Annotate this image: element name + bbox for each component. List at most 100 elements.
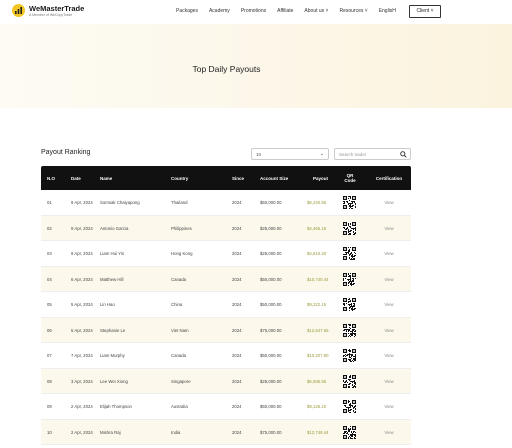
- chevron-down-icon: ⌄: [319, 151, 324, 157]
- page-title: Top Daily Payouts: [192, 64, 261, 74]
- row-date: 3 Apr, 2024: [71, 378, 93, 384]
- qr-code-icon[interactable]: [343, 349, 356, 367]
- nav-academy[interactable]: Academy: [209, 8, 230, 14]
- certification-view-link[interactable]: View: [369, 241, 409, 267]
- brand-tagline: A Member of WeCopyTrade: [29, 12, 73, 17]
- row-trader-name: Elijah Thompson: [100, 404, 132, 410]
- row-country: Hong Kong: [171, 251, 193, 257]
- brand-name: WeMasterTrade: [29, 3, 85, 13]
- qr-code-icon[interactable]: [343, 221, 356, 240]
- certification-view-link[interactable]: View: [369, 369, 409, 395]
- row-number: 04: [47, 276, 52, 282]
- certification-view-link[interactable]: View: [369, 216, 409, 242]
- qr-code-icon[interactable]: [343, 196, 356, 214]
- certification-view-link[interactable]: View: [369, 394, 409, 420]
- table-row: 10 2 Apr, 2024 Mishra Raj India 2024 $75,000.…: [41, 419, 411, 446]
- row-since: 2024: [232, 302, 242, 308]
- section-title: Payout Ranking: [41, 149, 91, 156]
- qr-code-icon[interactable]: [343, 272, 356, 291]
- col-date: Date: [71, 175, 81, 181]
- row-payout: $12,749.44: [307, 429, 329, 435]
- row-number: 07: [47, 353, 52, 359]
- qr-code-icon[interactable]: [343, 298, 356, 316]
- row-since: 2024: [232, 353, 242, 359]
- page-size-value: 10: [256, 152, 262, 157]
- row-trader-name: Lin Hao: [100, 302, 115, 308]
- table-row: 09 2 Apr, 2024 Elijah Thompson Australia 202…: [41, 394, 411, 420]
- row-payout: $9,222.15: [307, 302, 327, 308]
- row-since: 2024: [232, 378, 242, 384]
- logo[interactable]: WeMasterTrade A Member of WeCopyTrade: [12, 4, 84, 17]
- row-country: Canada: [171, 353, 187, 359]
- row-payout: $10,207.90: [307, 353, 329, 359]
- row-country: Viet Nam: [171, 327, 189, 333]
- hero-banner: Top Daily Payouts: [0, 24, 512, 108]
- nav-packages[interactable]: Packages: [176, 8, 198, 14]
- client-button[interactable]: Client ˅: [409, 5, 441, 18]
- nav-affiliate[interactable]: Affiliate: [277, 8, 293, 14]
- row-trader-name: Liam Murphy: [100, 353, 125, 359]
- row-country: India: [171, 429, 181, 435]
- col-since: Since: [232, 175, 245, 181]
- row-account-size: $50,000.00: [260, 404, 282, 410]
- row-date: 9 Apr, 2024: [71, 251, 93, 256]
- certification-view-link[interactable]: View: [369, 267, 409, 293]
- nav-resources[interactable]: Resources ˅: [339, 8, 367, 14]
- col-certification: Certification: [375, 175, 403, 181]
- certification-view-link[interactable]: View: [369, 190, 409, 216]
- row-payout: $10,740.44: [307, 276, 329, 282]
- qr-code-icon[interactable]: [343, 400, 356, 418]
- certification-view-link[interactable]: View: [369, 292, 409, 318]
- qr-code-icon[interactable]: [343, 247, 356, 265]
- row-date: 6 Apr, 2024: [71, 276, 93, 282]
- row-since: 2024: [232, 327, 242, 333]
- row-account-size: $50,000.00: [260, 353, 282, 359]
- qr-code-icon[interactable]: [343, 374, 356, 393]
- certification-view-link[interactable]: View: [369, 420, 409, 446]
- row-payout: $6,585.55: [307, 378, 327, 384]
- nav-language[interactable]: EnglisH: [379, 8, 396, 14]
- qr-code-icon[interactable]: [343, 425, 356, 444]
- row-date: 7 Apr, 2024: [71, 353, 93, 358]
- row-trader-name: Mishra Raj: [100, 429, 121, 435]
- row-number: 06: [47, 327, 52, 333]
- row-date: 2 Apr, 2024: [71, 429, 93, 435]
- row-trader-name: Antonio Garcia: [100, 225, 129, 231]
- row-trader-name: Somsak Chaiyapong: [100, 200, 140, 206]
- row-date: 2 Apr, 2024: [71, 404, 93, 409]
- col-country: Country: [171, 175, 189, 181]
- row-account-size: $75,000.00: [260, 429, 282, 435]
- search-input[interactable]: Search trader: [334, 148, 411, 160]
- row-payout: $9,125.10: [307, 404, 327, 410]
- row-payout: $4,465.15: [307, 225, 327, 231]
- page-size-select[interactable]: 10 ⌄: [251, 148, 329, 160]
- nav-promotions[interactable]: Promotions: [241, 8, 266, 14]
- row-number: 02: [47, 225, 52, 231]
- row-account-size: $25,000.00: [260, 225, 282, 231]
- row-number: 10: [47, 429, 52, 435]
- row-payout: $6,240.55: [307, 200, 327, 206]
- row-trader-name: Liam Hui Yin: [100, 251, 125, 257]
- row-account-size: $50,000.00: [260, 302, 282, 308]
- search-icon[interactable]: [400, 151, 407, 158]
- certification-view-link[interactable]: View: [369, 318, 409, 344]
- row-country: Thailand: [171, 200, 188, 206]
- table-header: N.O Date Name Country Since Account Size…: [41, 166, 411, 190]
- col-account-size: Account Size: [260, 175, 289, 181]
- row-account-size: $50,000.00: [260, 200, 282, 206]
- row-since: 2024: [232, 404, 242, 410]
- row-trader-name: Lee Wei Xiong: [100, 378, 128, 384]
- payout-table: N.O Date Name Country Since Account Size…: [41, 166, 411, 445]
- row-country: China: [171, 302, 183, 308]
- site-header: WeMasterTrade A Member of WeCopyTrade Pa…: [0, 0, 512, 24]
- row-trader-name: Stephanie Le: [100, 327, 126, 333]
- table-body: 01 9 Apr, 2024 Somsak Chaiyapong Thailand 20…: [41, 190, 411, 445]
- qr-code-icon[interactable]: [343, 323, 356, 342]
- col-qr-code: QR Code: [344, 172, 356, 184]
- row-date: 5 Apr, 2024: [71, 327, 93, 333]
- col-payout: Payout: [313, 175, 329, 181]
- row-since: 2024: [232, 251, 242, 257]
- certification-view-link[interactable]: View: [369, 343, 409, 369]
- table-row: 01 9 Apr, 2024 Somsak Chaiyapong Thailand 20…: [41, 190, 411, 216]
- nav-about-us[interactable]: About us ˅: [304, 8, 328, 14]
